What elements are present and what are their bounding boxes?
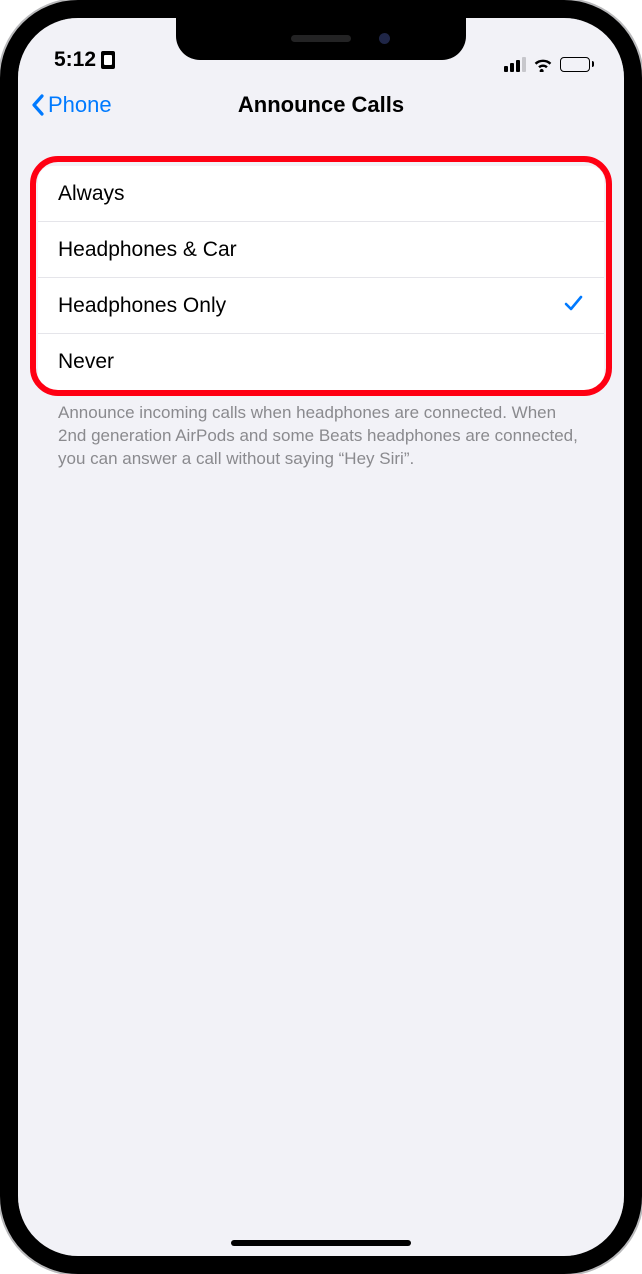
sim-icon bbox=[101, 51, 115, 69]
wifi-icon bbox=[532, 56, 554, 72]
screen: 5:12 bbox=[18, 18, 624, 1256]
cellular-signal-icon bbox=[504, 57, 526, 72]
option-headphones-car[interactable]: Headphones & Car bbox=[38, 222, 604, 278]
option-label: Headphones Only bbox=[58, 294, 226, 318]
front-camera bbox=[379, 33, 390, 44]
chevron-left-icon bbox=[30, 93, 46, 117]
back-label: Phone bbox=[48, 92, 112, 118]
option-label: Always bbox=[58, 182, 125, 206]
device-notch bbox=[176, 16, 466, 60]
status-time: 5:12 bbox=[54, 48, 96, 72]
battery-icon bbox=[560, 57, 594, 72]
home-indicator[interactable] bbox=[231, 1240, 411, 1246]
option-never[interactable]: Never bbox=[38, 334, 604, 390]
device-frame: 5:12 bbox=[0, 0, 642, 1274]
option-headphones-only[interactable]: Headphones Only bbox=[38, 278, 604, 334]
content-area: Always Headphones & Car Headphones Only … bbox=[18, 134, 624, 471]
option-label: Headphones & Car bbox=[58, 238, 237, 262]
speaker-grille bbox=[291, 35, 351, 42]
status-left: 5:12 bbox=[54, 48, 115, 72]
option-always[interactable]: Always bbox=[38, 166, 604, 222]
options-list: Always Headphones & Car Headphones Only … bbox=[38, 166, 604, 390]
page-title: Announce Calls bbox=[238, 92, 404, 118]
option-label: Never bbox=[58, 350, 114, 374]
status-right bbox=[504, 56, 594, 72]
checkmark-icon bbox=[562, 292, 584, 320]
back-button[interactable]: Phone bbox=[30, 92, 112, 118]
footer-description: Announce incoming calls when headphones … bbox=[38, 390, 604, 471]
navigation-bar: Phone Announce Calls bbox=[18, 76, 624, 134]
